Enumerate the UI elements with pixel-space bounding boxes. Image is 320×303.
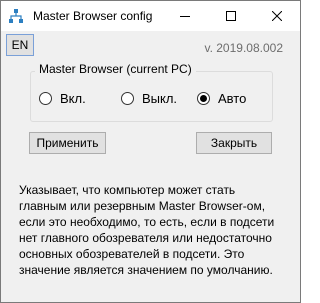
radio-off[interactable]: Выкл.	[121, 91, 177, 106]
maximize-icon	[226, 11, 236, 21]
minimize-button[interactable]	[162, 1, 208, 31]
radio-auto-circle[interactable]	[197, 92, 210, 105]
radio-on[interactable]: Вкл.	[39, 91, 86, 106]
group-legend: Master Browser (current PC)	[35, 62, 196, 76]
language-button[interactable]: EN	[6, 34, 34, 56]
radio-auto-label: Авто	[218, 91, 247, 106]
close-icon	[272, 11, 282, 21]
client-area: EN v. 2019.08.002 Master Browser (curren…	[1, 31, 300, 302]
radio-on-label: Вкл.	[60, 91, 86, 106]
window-title: Master Browser config	[33, 9, 153, 23]
version-label: v. 2019.08.002	[204, 41, 283, 55]
minimize-icon	[180, 16, 190, 17]
title-bar[interactable]: Master Browser config	[1, 1, 300, 31]
radio-auto[interactable]: Авто	[197, 91, 246, 106]
apply-button[interactable]: Применить	[29, 132, 106, 154]
radio-on-circle[interactable]	[39, 92, 52, 105]
app-window: Master Browser config EN v. 2019.08.002 …	[0, 0, 301, 303]
network-icon	[8, 8, 24, 24]
close-button[interactable]: Закрыть	[196, 132, 272, 154]
radio-off-circle[interactable]	[121, 92, 134, 105]
description-text: Указывает, что компьютер может стать гла…	[19, 183, 275, 277]
maximize-button[interactable]	[208, 1, 254, 31]
close-window-button[interactable]	[254, 1, 300, 31]
radio-off-label: Выкл.	[142, 91, 178, 106]
